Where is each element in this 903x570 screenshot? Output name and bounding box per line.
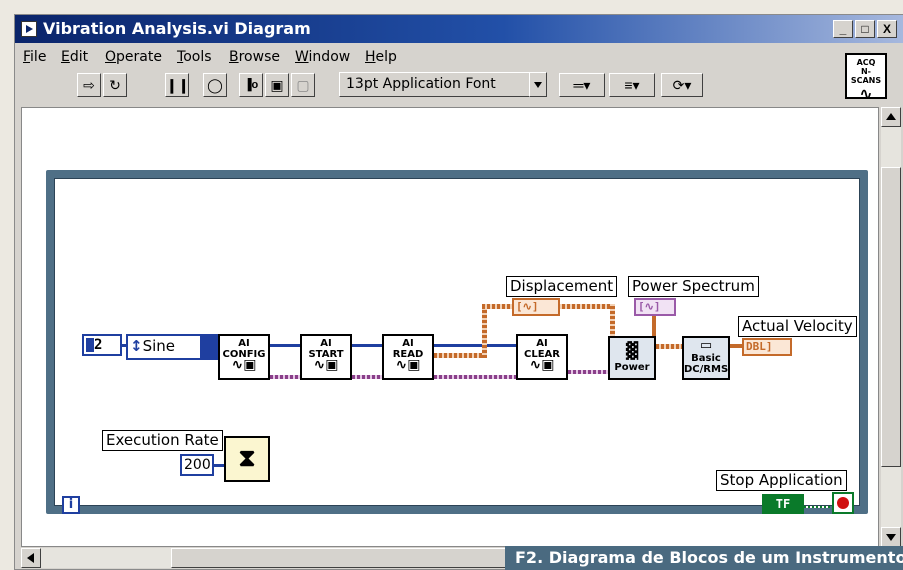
channel-value: 2 [94,337,103,353]
vertical-scrollbar[interactable] [881,107,901,547]
reorder-icon[interactable]: ⟳▾ [661,73,703,97]
ai-read-node[interactable]: AI READ ∿▣ [382,334,434,380]
execution-rate-constant[interactable]: 200 [180,454,214,476]
menu-help[interactable]: Help [365,49,397,65]
basic-node-line2: DC/RMS [684,364,729,375]
window-title: Vibration Analysis.vi Diagram [43,19,311,38]
waveform-type-ring[interactable]: ↕Sine [126,334,218,360]
menu-bar: File Edit Operate Tools Browse Window He… [15,47,835,67]
power-node-label: Power [614,362,650,373]
power-spectrum-node[interactable]: ▓ Power [608,336,656,380]
vertical-scroll-thumb[interactable] [881,167,901,467]
scroll-down-button[interactable] [881,527,901,547]
waveform-type-value: Sine [142,337,176,355]
step-over-icon[interactable]: ▢ [291,73,315,97]
toolbar: ⇨ ↻ ❙❙ ◯ ▐o ▣ ▢ 13pt Application Font ═▾… [15,71,835,103]
run-arrow-icon[interactable]: ⇨ [77,73,101,97]
basic-node-line1: Basic [691,353,721,364]
vi-icon-line1: ACQ [856,58,876,67]
actual-velocity-label: Actual Velocity [738,316,857,337]
minimize-button[interactable]: _ [833,20,853,38]
ai-config-node[interactable]: AI CONFIG ∿▣ [218,334,270,380]
scroll-left-button[interactable] [21,548,41,568]
vi-icon-line2: N-SCANS [850,67,882,85]
align-objects-icon[interactable]: ═▾ [559,73,605,97]
title-bar: Vibration Analysis.vi Diagram _ □ X [15,15,903,43]
node-prefix: AI [320,338,332,349]
ai-start-node[interactable]: AI START ∿▣ [300,334,352,380]
pause-icon[interactable]: ❙❙ [165,73,189,97]
menu-window[interactable]: Window [295,49,350,65]
ring-icon: ↕ [130,337,143,355]
wire-error-3 [434,375,518,379]
wait-metronome-icon[interactable]: ⧗ [224,436,270,482]
power-spectrum-terminal[interactable]: [∿] [634,298,676,316]
labview-app-icon [21,21,37,37]
displacement-terminal[interactable]: [∿] [512,298,560,316]
waveform-icon: ∿▣ [313,357,339,373]
loop-iteration-terminal[interactable]: i [62,496,80,514]
channel-constant[interactable]: 2 [82,334,122,356]
menu-operate[interactable]: Operate [105,49,162,65]
horizontal-scroll-thumb[interactable] [171,548,511,568]
wire-task-1 [270,344,302,347]
menu-tools[interactable]: Tools [177,49,212,65]
step-into-icon[interactable]: ▣ [265,73,289,97]
figure-caption: F2. Diagrama de Blocos de um Instrumento [505,546,903,570]
wire-error-1 [270,375,302,379]
wire-task-3 [434,344,518,347]
node-prefix: AI [402,338,414,349]
wire-error-4 [568,370,612,374]
font-select[interactable]: 13pt Application Font [339,72,539,97]
wire-task-2 [352,344,384,347]
highlight-execution-icon[interactable]: ◯ [203,73,227,97]
power-spectrum-label: Power Spectrum [628,276,759,297]
execution-rate-label: Execution Rate [102,430,223,451]
scroll-up-button[interactable] [881,107,901,127]
stop-application-terminal[interactable]: TF [762,494,804,514]
ai-clear-node[interactable]: AI CLEAR ∿▣ [516,334,568,380]
stop-sign-icon [837,497,849,509]
distribute-objects-icon[interactable]: ≡▾ [609,73,655,97]
node-prefix: AI [238,338,250,349]
vi-connector-icon[interactable]: ACQ N-SCANS ∿ [845,53,887,103]
loop-stop-condition-icon[interactable] [832,492,854,514]
waveform-icon: ∿▣ [395,357,421,373]
displacement-label: Displacement [506,276,618,297]
block-diagram-canvas[interactable]: 2 ↕Sine AI CONFIG ∿▣ AI START ∿▣ AI READ… [21,107,879,547]
menu-browse[interactable]: Browse [229,49,280,65]
wire-data-read [434,353,484,358]
wire-data-up [482,304,487,358]
basic-dc-rms-node[interactable]: ▭ Basic DC/RMS [682,336,730,380]
menu-file[interactable]: File [23,49,46,65]
chevron-down-icon[interactable] [200,336,216,358]
waveform-icon: ∿▣ [529,357,555,373]
stop-application-label: Stop Application [716,470,847,491]
meter-icon: ▭ [699,338,713,353]
menu-edit[interactable]: Edit [61,49,88,65]
maximize-button[interactable]: □ [855,20,875,38]
chevron-down-icon[interactable] [529,72,547,97]
wire-error-2 [352,375,384,379]
close-button[interactable]: X [877,20,897,38]
waveform-icon: ∿▣ [231,357,257,373]
wire-stop [800,506,830,508]
spectrum-icon: ▓ [625,341,639,360]
wire-data-power [656,344,684,349]
actual-velocity-terminal[interactable]: DBL] [742,338,792,356]
node-prefix: AI [536,338,548,349]
retain-wire-values-icon[interactable]: ▐o [239,73,263,97]
run-continuously-icon[interactable]: ↻ [103,73,127,97]
labview-window: Vibration Analysis.vi Diagram _ □ X File… [14,14,903,570]
waveform-icon: ∿ [859,84,873,103]
